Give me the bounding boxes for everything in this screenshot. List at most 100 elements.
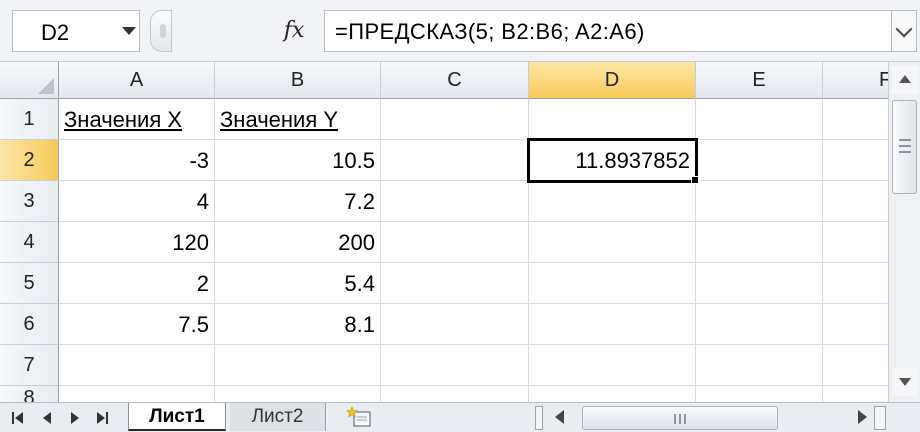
cell-f2[interactable] [823, 140, 888, 181]
grip-line [684, 414, 686, 424]
cell-a5[interactable]: 2 [59, 263, 215, 304]
cell-e7[interactable] [696, 345, 823, 386]
cell-e4[interactable] [696, 222, 823, 263]
first-sheet-button[interactable] [10, 409, 24, 427]
scroll-up-button[interactable] [891, 66, 918, 94]
expand-formula-bar-button[interactable] [891, 10, 917, 52]
sheet-tab-2[interactable]: Лист2 [230, 403, 326, 431]
worksheet-grid: A B C D E F 1 2 3 4 5 6 7 8 Значения X З… [0, 62, 888, 402]
scroll-right-icon[interactable] [858, 410, 867, 424]
cell-f4[interactable] [823, 222, 888, 263]
cell-b3[interactable]: 7.2 [215, 181, 381, 222]
cell-a2[interactable]: -3 [59, 140, 215, 181]
cell-c8[interactable] [381, 386, 529, 402]
cell-f6[interactable] [823, 304, 888, 345]
row-header-4[interactable]: 4 [0, 222, 59, 263]
cell-c1[interactable] [381, 99, 529, 140]
cell-c6[interactable] [381, 304, 529, 345]
next-sheet-icon [71, 412, 79, 424]
chevron-down-icon [895, 20, 913, 38]
cell-a1[interactable]: Значения X [59, 99, 215, 140]
insert-sheet-button[interactable] [340, 405, 380, 431]
cell-e3[interactable] [696, 181, 823, 222]
name-box[interactable]: D2 [12, 10, 140, 52]
cell-c5[interactable] [381, 263, 529, 304]
select-all-icon [38, 78, 54, 94]
cell-b6[interactable]: 8.1 [215, 304, 381, 345]
cell-e1[interactable] [696, 99, 823, 140]
cell-d7[interactable] [529, 345, 696, 386]
formula-input[interactable]: =ПРЕДСКАЗ(5; B2:B6; A2:A6) [324, 10, 892, 52]
column-header-f[interactable]: F [823, 62, 888, 99]
cell-e8[interactable] [696, 386, 823, 402]
row-header-1[interactable]: 1 [0, 99, 59, 140]
row-header-3[interactable]: 3 [0, 181, 59, 222]
cell-c7[interactable] [381, 345, 529, 386]
grip-line [679, 414, 681, 424]
insert-sheet-icon [346, 406, 371, 427]
cell-a7[interactable] [59, 345, 215, 386]
scroll-down-button[interactable] [891, 368, 918, 396]
cell-f5[interactable] [823, 263, 888, 304]
grip-line [674, 414, 676, 424]
cell-e6[interactable] [696, 304, 823, 345]
last-sheet-icon [97, 412, 105, 424]
vertical-scrollbar[interactable] [888, 62, 920, 402]
cell-d8[interactable] [529, 386, 696, 402]
name-box-value: D2 [41, 20, 70, 45]
cell-b1[interactable]: Значения Y [215, 99, 381, 140]
cell-f3[interactable] [823, 181, 888, 222]
fx-icon: fx [283, 18, 305, 43]
scrollbar-split-box[interactable] [874, 406, 886, 430]
cell-f1[interactable] [823, 99, 888, 140]
cell-b7[interactable] [215, 345, 381, 386]
first-sheet-icon [12, 412, 14, 424]
cell-d6[interactable] [529, 304, 696, 345]
cell-f7[interactable] [823, 345, 888, 386]
formula-text: =ПРЕДСКАЗ(5; B2:B6; A2:A6) [335, 19, 645, 44]
cell-b2[interactable]: 10.5 [215, 140, 381, 181]
last-sheet-button[interactable] [96, 409, 110, 427]
next-sheet-button[interactable] [68, 409, 82, 427]
row-header-2[interactable]: 2 [0, 140, 59, 181]
prev-sheet-button[interactable] [40, 409, 54, 427]
horizontal-scroll-thumb[interactable] [582, 406, 778, 430]
cell-c4[interactable] [381, 222, 529, 263]
cell-a6[interactable]: 7.5 [59, 304, 215, 345]
cell-a4[interactable]: 120 [59, 222, 215, 263]
cell-f8[interactable] [823, 386, 888, 402]
cell-b5[interactable]: 5.4 [215, 263, 381, 304]
active-cell-border [527, 138, 698, 183]
cell-b4[interactable]: 200 [215, 222, 381, 263]
cell-c2[interactable] [381, 140, 529, 181]
cell-a3[interactable]: 4 [59, 181, 215, 222]
sheet-tab-1[interactable]: Лист1 [128, 403, 226, 431]
arrow-up-icon [899, 75, 911, 83]
row-header-5[interactable]: 5 [0, 263, 59, 304]
cell-d5[interactable] [529, 263, 696, 304]
row-header-6[interactable]: 6 [0, 304, 59, 345]
cell-d4[interactable] [529, 222, 696, 263]
cell-c3[interactable] [381, 181, 529, 222]
insert-function-button[interactable]: fx [272, 12, 316, 50]
cell-d3[interactable] [529, 181, 696, 222]
chevron-down-icon[interactable] [122, 27, 136, 35]
select-all-button[interactable] [0, 62, 59, 99]
cell-a8[interactable] [59, 386, 215, 402]
scroll-left-icon[interactable] [555, 410, 564, 424]
row-header-7[interactable]: 7 [0, 345, 59, 386]
tab-split-handle[interactable] [535, 406, 543, 430]
column-header-a[interactable]: A [59, 62, 215, 99]
cell-b8[interactable] [215, 386, 381, 402]
column-header-c[interactable]: C [381, 62, 529, 99]
grip-line [899, 151, 911, 153]
column-header-d[interactable]: D [529, 62, 696, 99]
fill-handle[interactable] [691, 176, 699, 184]
cell-d1[interactable] [529, 99, 696, 140]
column-header-e[interactable]: E [696, 62, 823, 99]
cell-e2[interactable] [696, 140, 823, 181]
row-header-8[interactable]: 8 [0, 386, 59, 402]
cell-e5[interactable] [696, 263, 823, 304]
vertical-scroll-thumb[interactable] [892, 100, 917, 194]
column-header-b[interactable]: B [215, 62, 381, 99]
